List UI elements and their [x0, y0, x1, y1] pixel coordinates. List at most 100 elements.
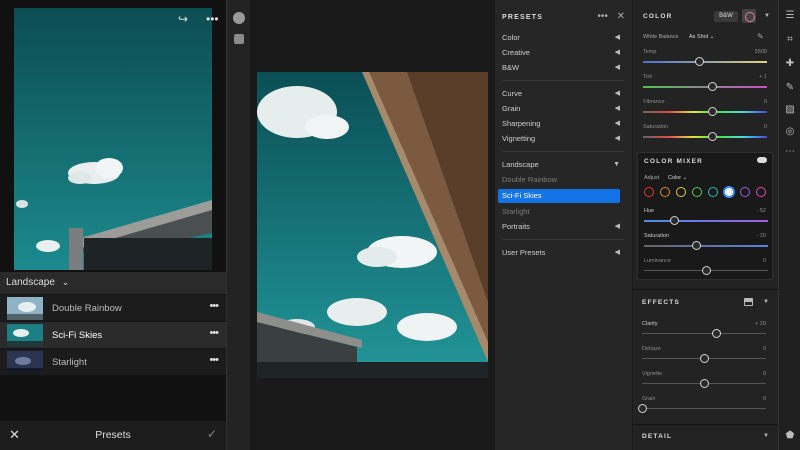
- vignette-slider[interactable]: [642, 379, 766, 388]
- brush-icon[interactable]: ✎: [784, 82, 796, 93]
- check-icon[interactable]: ✓: [207, 427, 217, 441]
- preset-double-rainbow[interactable]: Double Rainbow: [502, 173, 624, 187]
- slider-knob[interactable]: [638, 404, 647, 413]
- slider-knob[interactable]: [700, 354, 709, 363]
- color-mixer-section: COLOR MIXER Adjust Color ⌄ Hue - 52 Satu…: [637, 152, 773, 280]
- preset-category-landscape[interactable]: Landscape ▼: [502, 158, 624, 172]
- preset-category-user-presets[interactable]: User Presets ◀: [502, 246, 624, 260]
- library-icon[interactable]: [234, 34, 244, 44]
- preset-category-grain[interactable]: Grain ◀: [502, 102, 624, 116]
- preset-category-color[interactable]: Color ◀: [502, 31, 624, 45]
- red-swatch[interactable]: [644, 187, 654, 197]
- preset-category-curve[interactable]: Curve ◀: [502, 87, 624, 101]
- purple-swatch[interactable]: [740, 187, 750, 197]
- list-item[interactable]: Starlight •••: [0, 349, 226, 376]
- color-mode-button[interactable]: [742, 9, 756, 23]
- effects-section: EFFECTS ▼ Clarity + 20 Dehaze 0 Vignette…: [632, 290, 778, 450]
- presets-title: PRESETS: [502, 14, 544, 21]
- clarity-slider[interactable]: [642, 329, 766, 338]
- temp-slider[interactable]: [643, 57, 767, 66]
- slider-knob[interactable]: [708, 132, 718, 141]
- edit-sliders-icon[interactable]: ☰: [784, 10, 796, 21]
- presets-header-icons: ••• ✕: [597, 11, 625, 22]
- slider-knob[interactable]: [700, 379, 709, 388]
- orange-swatch[interactable]: [660, 187, 670, 197]
- adjust-label: Adjust: [644, 175, 660, 181]
- aqua-swatch[interactable]: [708, 187, 718, 197]
- main-photo: [257, 72, 488, 378]
- slider-knob[interactable]: [708, 107, 718, 116]
- radial-icon[interactable]: ◎: [784, 126, 796, 137]
- blue-swatch[interactable]: [724, 187, 734, 197]
- preset-group-dropdown[interactable]: Landscape ⌄: [0, 272, 226, 294]
- detail-title: DETAIL: [642, 433, 673, 440]
- list-item[interactable]: Double Rainbow •••: [0, 295, 226, 322]
- crop-icon[interactable]: ⌗: [784, 34, 796, 45]
- luminance-value: 0: [762, 258, 766, 264]
- clarity-value: + 20: [755, 321, 766, 327]
- divider: [632, 424, 778, 425]
- mixer-saturation-slider[interactable]: [644, 241, 768, 250]
- list-item[interactable]: Sci-Fi Skies •••: [0, 322, 226, 349]
- preset-category-portraits[interactable]: Portraits ◀: [502, 220, 624, 234]
- yellow-swatch[interactable]: [676, 187, 686, 197]
- toggle-switch[interactable]: [757, 157, 767, 163]
- temp-value: 5500: [754, 49, 767, 55]
- preset-label: Double Rainbow: [52, 303, 122, 314]
- add-icon[interactable]: [233, 12, 245, 24]
- slider-knob[interactable]: [694, 57, 704, 66]
- chevron-down-icon[interactable]: ▼: [763, 299, 769, 305]
- clarity-label: Clarity: [642, 321, 658, 327]
- mobile-bottom-bar: ✕ Presets ✓: [0, 421, 226, 450]
- chevron-down-icon[interactable]: ▼: [763, 433, 769, 439]
- close-icon[interactable]: ✕: [617, 11, 625, 22]
- more-icon[interactable]: ⋯: [784, 146, 796, 157]
- preset-category-vignetting[interactable]: Vignetting ◀: [502, 132, 624, 146]
- vignette-value: 0: [762, 371, 766, 377]
- preset-category-bw[interactable]: B&W ◀: [502, 61, 624, 75]
- mobile-photo-preview: [14, 8, 212, 270]
- adjust-select[interactable]: Color ⌄: [668, 175, 687, 181]
- chevron-down-icon: ⌄: [61, 277, 70, 287]
- redo-icon[interactable]: ↪: [178, 12, 188, 26]
- vibrance-slider[interactable]: [643, 107, 767, 116]
- white-balance-select[interactable]: As Shot ⌄: [689, 34, 714, 40]
- preset-sci-fi-skies[interactable]: Sci-Fi Skies: [498, 189, 620, 203]
- tag-icon[interactable]: ⬟: [784, 430, 796, 441]
- right-toolbar: ☰ ⌗ ✚ ✎ ▨ ◎ ⋯ ⬟: [778, 0, 800, 450]
- grain-slider[interactable]: [638, 404, 766, 413]
- slider-knob[interactable]: [692, 241, 702, 250]
- more-icon[interactable]: •••: [206, 12, 219, 26]
- luminance-slider[interactable]: [644, 266, 768, 275]
- bw-toggle-button[interactable]: B&W: [714, 11, 738, 22]
- dehaze-slider[interactable]: [642, 354, 766, 363]
- more-icon[interactable]: •••: [597, 11, 608, 22]
- preset-category-sharpening[interactable]: Sharpening ◀: [502, 117, 624, 131]
- preset-starlight[interactable]: Starlight: [502, 205, 624, 219]
- hue-label: Hue: [644, 208, 655, 214]
- mixer-saturation-label: Saturation: [644, 233, 670, 239]
- temp-label: Temp: [643, 49, 657, 55]
- gradient-icon[interactable]: ▨: [784, 104, 796, 115]
- hue-slider[interactable]: [644, 216, 768, 225]
- green-swatch[interactable]: [692, 187, 702, 197]
- preset-thumbnail: [7, 297, 43, 320]
- mobile-top-icons: ↪ •••: [176, 12, 220, 28]
- slider-knob[interactable]: [669, 216, 679, 225]
- vibrance-label: Vibrance: [643, 99, 665, 105]
- saturation-slider[interactable]: [643, 132, 767, 141]
- more-icon[interactable]: •••: [209, 354, 219, 366]
- more-icon[interactable]: •••: [209, 300, 219, 312]
- magenta-swatch[interactable]: [756, 187, 766, 197]
- chevron-down-icon[interactable]: ▼: [764, 13, 770, 19]
- slider-knob[interactable]: [708, 82, 718, 91]
- slider-knob[interactable]: [702, 266, 711, 275]
- healing-icon[interactable]: ✚: [784, 58, 796, 69]
- before-after-icon[interactable]: [744, 298, 753, 306]
- more-icon[interactable]: •••: [209, 327, 219, 339]
- eyedropper-icon[interactable]: ✎: [757, 32, 764, 41]
- preset-category-creative[interactable]: Creative ◀: [502, 46, 624, 60]
- tint-slider[interactable]: [643, 82, 767, 91]
- presets-panel: PRESETS ••• ✕ Color ◀ Creative ◀ B&W ◀ Curv…: [495, 0, 632, 450]
- slider-knob[interactable]: [712, 329, 722, 338]
